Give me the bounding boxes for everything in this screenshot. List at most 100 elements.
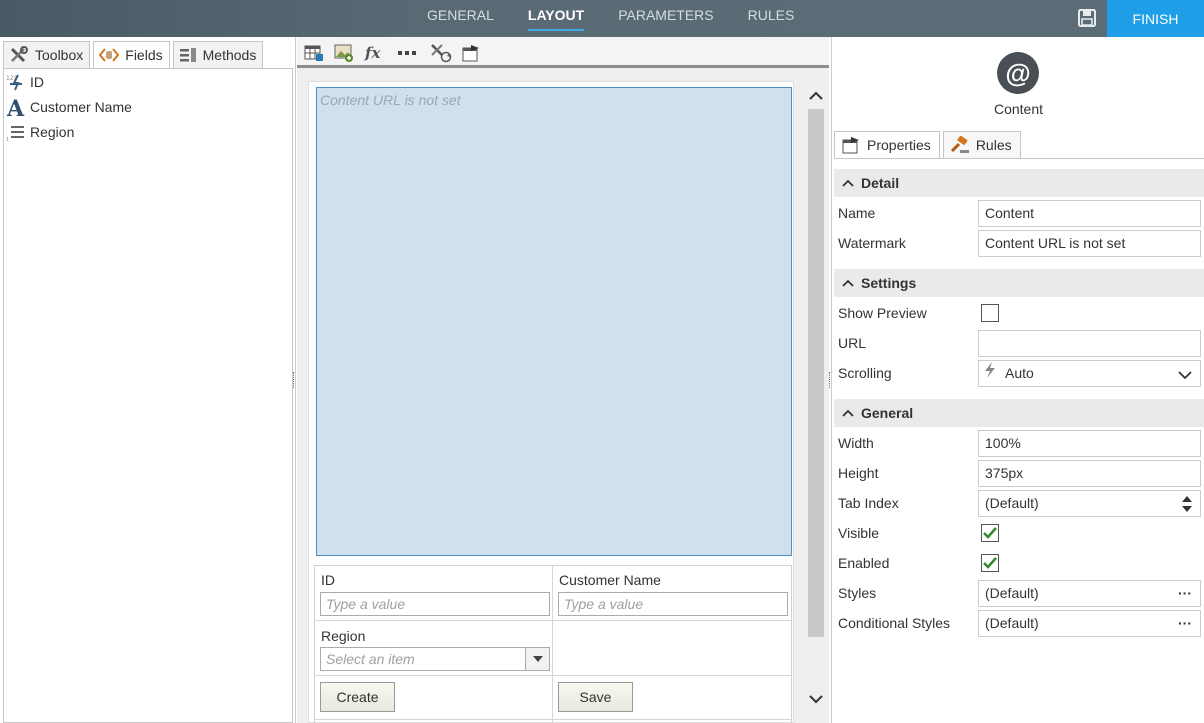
design-canvas: fx Content URL is not set ID Type a valu…: [297, 37, 829, 723]
id-label: ID: [321, 572, 335, 588]
properties-grid: Detail Name Content Watermark Content UR…: [834, 158, 1204, 723]
field-item-id[interactable]: 123 ID: [4, 69, 292, 94]
tab-general[interactable]: GENERAL: [410, 0, 511, 37]
region-dropdown-toggle[interactable]: [525, 648, 549, 670]
tab-toolbox[interactable]: Toolbox: [3, 41, 91, 68]
caret-down-icon: [532, 656, 543, 662]
conditional-styles-ellipsis-button[interactable]: ···: [1178, 611, 1192, 636]
width-prop-input[interactable]: 100%: [978, 430, 1201, 457]
height-prop-label: Height: [838, 465, 879, 481]
field-item-region[interactable]: 1 Region: [4, 119, 292, 144]
svg-text:A: A: [6, 96, 25, 118]
chevron-down-icon: [1178, 363, 1192, 388]
tools-icon: [9, 46, 29, 64]
gavel-icon: [950, 136, 970, 154]
lightning-icon: [983, 361, 997, 387]
tab-methods-label: Methods: [202, 47, 257, 63]
save-button[interactable]: [1072, 6, 1102, 30]
tab-rules-label: Rules: [975, 137, 1012, 153]
conditional-styles-prop-value: (Default): [985, 615, 1039, 631]
more-button[interactable]: [396, 42, 418, 64]
list-field-icon: 1: [4, 122, 28, 142]
tab-parameters[interactable]: PARAMETERS: [601, 0, 730, 37]
scroll-up-button[interactable]: [807, 87, 825, 103]
properties-icon: [462, 45, 479, 62]
insert-image-button[interactable]: [333, 42, 355, 64]
enabled-checkbox[interactable]: [981, 554, 999, 572]
create-button[interactable]: Create: [320, 682, 395, 712]
left-panel: Toolbox Fields Methods 123 ID A Customer: [0, 37, 296, 723]
tab-properties[interactable]: Properties: [834, 131, 940, 158]
url-prop-label: URL: [838, 335, 867, 351]
tab-index-value: (Default): [985, 495, 1039, 511]
id-input[interactable]: Type a value: [320, 592, 550, 616]
checkmark-icon: [983, 557, 997, 569]
styles-prop-value: (Default): [985, 585, 1039, 601]
field-item-label: ID: [30, 73, 44, 90]
section-general-header[interactable]: General: [834, 399, 1204, 427]
scrolling-prop-dropdown[interactable]: Auto: [978, 360, 1201, 387]
svg-text:1: 1: [6, 137, 9, 142]
table-divider: [315, 675, 791, 676]
fields-icon: [99, 48, 120, 62]
section-general-title: General: [861, 405, 914, 421]
chevron-up-icon: [842, 409, 854, 417]
form-design-surface: Content URL is not set ID Type a value C…: [308, 81, 794, 723]
table-icon: [304, 45, 323, 61]
conditional-styles-prop-input[interactable]: (Default) ···: [978, 610, 1201, 637]
url-prop-input[interactable]: [978, 330, 1201, 357]
scroll-down-button[interactable]: [807, 691, 825, 707]
styles-prop-input[interactable]: (Default) ···: [978, 580, 1201, 607]
scrolling-prop-value: Auto: [1005, 365, 1034, 381]
top-bar: GENERAL LAYOUT PARAMETERS RULES FINISH: [0, 0, 1204, 37]
spinner-arrows-icon[interactable]: [1182, 494, 1192, 522]
ellipsis-icon: [398, 51, 416, 55]
name-prop-input[interactable]: Content: [978, 200, 1201, 227]
customer-name-input[interactable]: Type a value: [558, 592, 788, 616]
save-form-button[interactable]: Save: [558, 682, 633, 712]
watermark-prop-input[interactable]: Content URL is not set: [978, 230, 1201, 257]
right-panel-tabs: Properties Rules: [834, 131, 1024, 158]
expression-button[interactable]: fx: [363, 42, 385, 64]
tab-rules-panel[interactable]: Rules: [942, 131, 1021, 158]
scroll-thumb[interactable]: [808, 109, 824, 637]
canvas-toolbar: fx: [297, 37, 829, 68]
tab-layout[interactable]: LAYOUT: [511, 0, 601, 37]
right-panel: @ Content Properties Rules Detail Name C…: [831, 37, 1204, 723]
show-preview-checkbox[interactable]: [981, 304, 999, 322]
watermark-prop-label: Watermark: [838, 235, 906, 251]
tab-properties-label: Properties: [867, 137, 931, 153]
tab-index-spinner[interactable]: (Default): [978, 490, 1201, 517]
content-control[interactable]: Content URL is not set: [316, 87, 792, 556]
tools-refresh-button[interactable]: [430, 42, 452, 64]
tab-fields[interactable]: Fields: [93, 41, 170, 68]
styles-prop-label: Styles: [838, 585, 877, 601]
image-add-icon: [334, 44, 353, 62]
top-navigation: GENERAL LAYOUT PARAMETERS RULES: [410, 0, 811, 37]
tab-methods[interactable]: Methods: [172, 41, 264, 68]
control-type-name: Content: [993, 101, 1044, 117]
region-dropdown-placeholder: Select an item: [326, 651, 415, 667]
properties-icon: [841, 136, 861, 154]
tab-rules[interactable]: RULES: [731, 0, 812, 37]
form-table: ID Type a value Customer Name Type a val…: [314, 565, 792, 723]
styles-ellipsis-button[interactable]: ···: [1178, 581, 1192, 606]
region-label: Region: [321, 628, 366, 644]
finish-button[interactable]: FINISH: [1107, 0, 1204, 37]
table-divider: [315, 620, 791, 621]
region-dropdown[interactable]: Select an item: [320, 647, 550, 671]
section-settings-header[interactable]: Settings: [834, 269, 1204, 297]
properties-toolbar-button[interactable]: [460, 42, 482, 64]
expression-icon: fx: [364, 44, 381, 62]
canvas-vertical-scrollbar[interactable]: [805, 81, 827, 723]
visible-checkbox[interactable]: [981, 524, 999, 542]
field-item-customer-name[interactable]: A Customer Name: [4, 94, 292, 119]
tab-index-prop-label: Tab Index: [838, 495, 899, 511]
section-detail-header[interactable]: Detail: [834, 169, 1204, 197]
scrolling-prop-label: Scrolling: [838, 365, 892, 381]
table-divider: [552, 566, 553, 723]
content-control-icon: @: [997, 52, 1039, 94]
insert-table-button[interactable]: [303, 42, 325, 64]
height-prop-input[interactable]: 375px: [978, 460, 1201, 487]
left-splitter-handle[interactable]: [293, 372, 295, 388]
